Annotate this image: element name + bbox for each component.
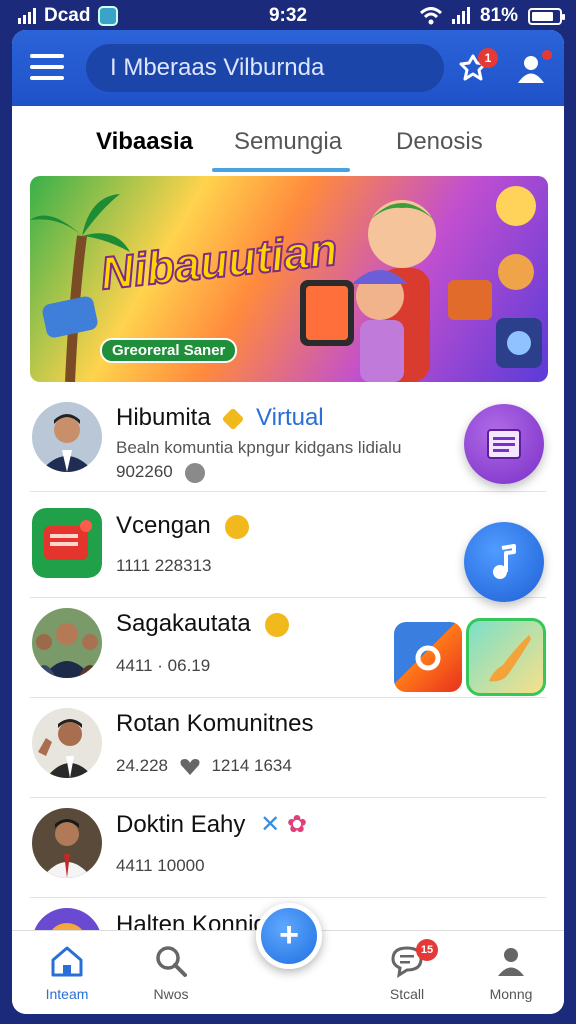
list-item-subtitle: Bealn komuntia kpngur kidgans lidialu	[116, 438, 402, 457]
edit-icon	[185, 462, 206, 483]
sun-icon	[415, 645, 441, 671]
sparkle-icon: ✕	[260, 811, 281, 838]
list-item-meta: 902260	[116, 462, 206, 483]
banner-subtitle: Greoreral Saner	[100, 338, 238, 363]
badge-icon	[222, 407, 245, 430]
battery-percent: 81%	[479, 5, 518, 26]
list-item-title: Vcengan	[116, 512, 250, 540]
brush-icon	[489, 635, 531, 682]
list-item[interactable]: Doktin Eahy ✕ ✿ 4411 10000	[30, 800, 546, 898]
notes-fab[interactable]	[464, 404, 544, 484]
list-item-title: Doktin Eahy ✕ ✿	[116, 811, 307, 838]
cell-signal-icon	[451, 7, 470, 24]
music-note-icon	[493, 544, 516, 579]
list-item-title: Hibumita Virtual	[116, 404, 324, 431]
profile-alert-dot	[542, 50, 552, 60]
avatar	[32, 402, 102, 472]
paint-app-icon[interactable]	[466, 618, 546, 696]
status-right: 81%	[419, 5, 565, 27]
nav-label: Monng	[489, 986, 533, 1002]
status-bar: Dcad 9:32 81%	[0, 0, 576, 30]
coin-icon	[225, 514, 250, 539]
search-input[interactable]: I Mberaas Vilburnda	[86, 44, 444, 92]
list-item[interactable]: Rotan Komunitnes 24.228 1214 1634	[30, 700, 546, 798]
list-item-meta: 24.228 1214 1634	[116, 756, 292, 775]
nav-label: Nwos	[153, 986, 189, 1002]
heart-icon	[180, 758, 200, 775]
profile-button[interactable]	[514, 50, 552, 86]
list-item-tag: Virtual	[256, 404, 324, 431]
tab-denosis[interactable]: Denosis	[396, 128, 483, 156]
avatar	[32, 608, 102, 678]
list-item-meta: 1111 228313	[116, 556, 212, 575]
plus-icon: +	[279, 916, 299, 954]
avatar	[32, 808, 102, 878]
nav-chat[interactable]: 15 Stcall	[362, 939, 452, 1002]
create-post-button[interactable]: +	[256, 903, 322, 969]
avatar	[32, 508, 102, 578]
coin-icon	[265, 612, 290, 637]
battery-icon	[528, 7, 565, 25]
nav-label: Stcall	[389, 986, 425, 1002]
tab-bar: Vibaasia Semungia Denosis	[12, 106, 564, 172]
profile-icon	[498, 948, 524, 976]
flower-icon: ✿	[286, 811, 307, 838]
tab-vibaasia[interactable]: Vibaasia	[96, 128, 193, 156]
tab-indicator	[212, 168, 350, 172]
top-bar: I Mberaas Vilburnda 1	[12, 30, 564, 106]
chat-badge: 15	[416, 939, 438, 961]
drum-illustration	[42, 296, 98, 338]
home-icon	[51, 946, 83, 977]
bottom-navigation: Inteam Nwos + 15 Stcall Monng	[12, 903, 564, 1014]
list-item-title: Rotan Komunitnes	[116, 710, 314, 737]
wifi-icon	[419, 7, 442, 25]
music-fab[interactable]	[464, 522, 544, 602]
search-icon	[156, 946, 187, 977]
nav-label: Inteam	[45, 986, 89, 1002]
nav-home[interactable]: Inteam	[22, 943, 112, 1002]
menu-icon[interactable]	[30, 54, 64, 80]
list-item-meta: 4411 · 06.19	[116, 656, 211, 675]
list-item-meta: 4411 10000	[116, 856, 205, 875]
gallery-app-icon[interactable]	[394, 622, 462, 692]
nav-profile[interactable]: Monng	[466, 943, 556, 1002]
nav-search[interactable]: Nwos	[126, 943, 216, 1002]
app-window: I Mberaas Vilburnda 1 Vibaasia Semungia …	[12, 30, 564, 1014]
promo-banner[interactable]: Nibauutian Greoreral Saner	[30, 176, 548, 382]
list-item-title: Sagakautata	[116, 610, 290, 638]
note-icon	[487, 429, 521, 459]
avatar	[32, 708, 102, 778]
tab-semungia[interactable]: Semungia	[234, 128, 342, 156]
notification-badge: 1	[478, 48, 498, 68]
notifications-button[interactable]: 1	[456, 48, 498, 86]
